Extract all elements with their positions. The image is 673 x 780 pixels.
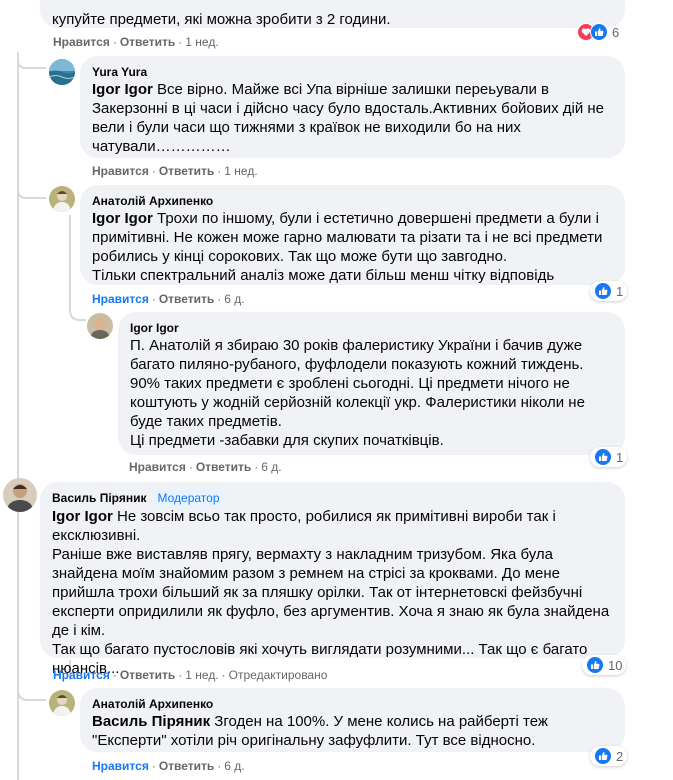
comment-text: Igor Igor Трохи по іншому, були і естети…	[92, 210, 603, 284]
comment-actions: Нравится · Ответить · 6 д.	[129, 460, 282, 474]
reply-link[interactable]: Ответить	[159, 164, 214, 178]
like-link[interactable]: Нравится	[53, 668, 110, 682]
avatar-person[interactable]	[49, 690, 75, 716]
like-link[interactable]: Нравится	[92, 164, 149, 178]
comment-actions: Нравится · Ответить · 1 нед.	[92, 164, 258, 178]
reaction-count[interactable]: 1	[590, 447, 628, 467]
comment-text: Igor Igor Все вірно. Майже всі Упа вірні…	[92, 81, 605, 155]
reply-link[interactable]: Ответить	[196, 460, 251, 474]
comment-text: купуйте предмети, які можна зробити з 2 …	[52, 11, 391, 28]
comment-author[interactable]: Igor Igor	[130, 320, 613, 336]
comment-bubble: Анатолій Архипенко Василь Піряник Згоден…	[80, 688, 625, 752]
comment-actions: Нравится · Ответить · 6 д.	[92, 292, 245, 306]
avatar-person[interactable]	[49, 186, 75, 212]
comment-actions: Нравится · Ответить · 6 д.	[92, 759, 245, 773]
reply-link[interactable]: Ответить	[120, 35, 175, 49]
comment-author[interactable]: Анатолій Архипенко	[92, 696, 613, 712]
comment-time: 1 нед.	[185, 668, 219, 682]
reaction-count[interactable]: 10	[582, 655, 627, 675]
reaction-count[interactable]: 2	[590, 746, 628, 766]
comment-text: П. Анатолій я збираю 30 років фалеристик…	[130, 337, 585, 449]
comment-actions: Нравится · Ответить · 1 нед.	[53, 35, 219, 49]
edited-label: Отредактировано	[228, 668, 328, 682]
like-link[interactable]: Нравится	[92, 292, 149, 306]
comment-text: Василь Піряник Згоден на 100%. У мене ко…	[92, 713, 548, 749]
comment-time: 1 нед.	[224, 164, 258, 178]
comment-author[interactable]: Анатолій Архипенко	[92, 193, 613, 209]
comment-text: Igor Igor Не зовсім всьо так просто, роб…	[52, 508, 556, 544]
like-link[interactable]: Нравится	[92, 759, 149, 773]
reply-link[interactable]: Ответить	[120, 668, 175, 682]
comment-time: 6 д.	[224, 759, 245, 773]
comment-bubble: Василь Піряник Модератор Igor Igor Не зов…	[40, 482, 625, 677]
reply-link[interactable]: Ответить	[159, 292, 214, 306]
comment-bubble: Yura Yura Igor Igor Все вірно. Майже всі…	[80, 56, 625, 158]
like-icon	[594, 282, 612, 300]
mention[interactable]: Василь Піряник	[92, 713, 210, 730]
mention[interactable]: Igor Igor	[92, 81, 153, 98]
comment-author[interactable]: Василь Піряник Модератор	[52, 490, 613, 507]
comment-time: 1 нед.	[185, 35, 219, 49]
like-icon	[594, 448, 612, 466]
comment-bubble: Igor Igor П. Анатолій я збираю 30 років …	[118, 312, 625, 455]
comment-author[interactable]: Yura Yura	[92, 64, 613, 80]
comment-time: 6 д.	[224, 292, 245, 306]
like-link[interactable]: Нравится	[129, 460, 186, 474]
mention[interactable]: Igor Igor	[92, 210, 153, 227]
like-icon	[594, 747, 612, 765]
like-link[interactable]: Нравится	[53, 35, 110, 49]
reply-link[interactable]: Ответить	[159, 759, 214, 773]
comment-actions: Нравится · Ответить · 1 нед. · Отредактировано	[53, 668, 328, 682]
avatar-person[interactable]	[3, 478, 37, 512]
avatar-person[interactable]	[87, 313, 113, 339]
comment-bubble: Анатолій Архипенко Igor Igor Трохи по ін…	[80, 185, 625, 285]
mention[interactable]: Igor Igor	[52, 508, 113, 525]
thread-line	[17, 52, 19, 780]
comment-time: 6 д.	[261, 460, 282, 474]
avatar-sea[interactable]	[49, 59, 75, 85]
reaction-count[interactable]: 1	[590, 281, 628, 301]
moderator-badge: Модератор	[152, 490, 225, 507]
comment-bubble: купуйте предмети, які можна зробити з 2 …	[40, 0, 625, 28]
like-icon	[590, 23, 608, 41]
comment-text: Раніше вже виставляв прягу, вермахту з н…	[52, 546, 610, 677]
like-icon	[586, 656, 604, 674]
reaction-count[interactable]: 6	[577, 22, 619, 42]
